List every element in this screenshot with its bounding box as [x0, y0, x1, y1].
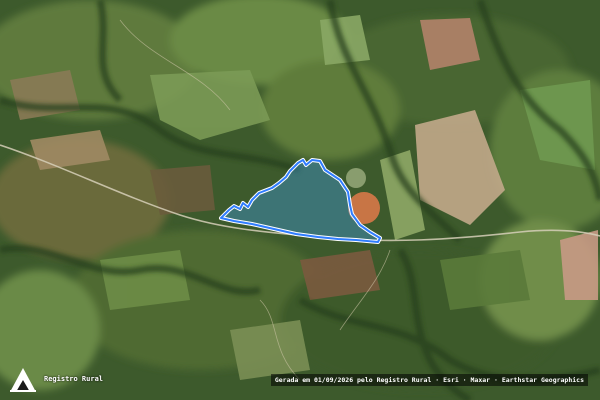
branding: Registro Rural [8, 364, 103, 394]
registro-rural-logo-icon [10, 368, 36, 392]
logo-label: Registro Rural [44, 375, 104, 383]
pivot-field-light [346, 168, 366, 188]
map-attribution: Gerada em 01/09/2026 pelo Registro Rural… [270, 374, 588, 386]
map-view: Registro Rural Gerada em 01/09/2026 pelo… [0, 0, 600, 400]
satellite-basemap [0, 0, 600, 400]
